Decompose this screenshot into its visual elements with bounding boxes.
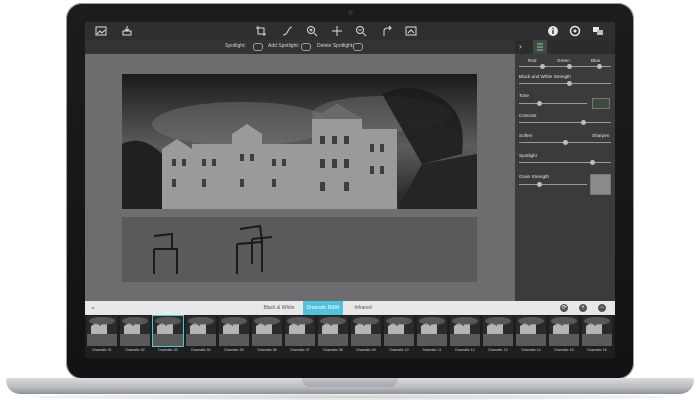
add-spotlight-icon[interactable] bbox=[301, 43, 311, 51]
filmstrip-thumbnail[interactable] bbox=[582, 316, 612, 346]
tone-color-swatch[interactable] bbox=[592, 98, 610, 109]
export-icon[interactable] bbox=[405, 25, 417, 37]
collapse-filmstrip-icon[interactable]: ⌄ bbox=[90, 303, 96, 311]
rgb-slider[interactable] bbox=[519, 64, 611, 69]
tab-infrared[interactable]: Infrared bbox=[343, 301, 383, 315]
filmstrip-thumbnail[interactable] bbox=[152, 315, 184, 347]
webcam bbox=[348, 10, 353, 15]
refresh-icon[interactable]: ⟳ bbox=[560, 304, 568, 312]
filmstrip-thumbnail[interactable] bbox=[186, 316, 216, 346]
spotlight-slider[interactable] bbox=[519, 160, 611, 165]
filmstrip-label: Dramatic 01 bbox=[92, 348, 112, 352]
laptop-notch bbox=[302, 378, 398, 387]
grain-knob[interactable] bbox=[536, 182, 542, 187]
filmstrip-label: Dramatic 16 bbox=[587, 348, 607, 352]
filmstrip-thumbnail[interactable] bbox=[87, 316, 117, 346]
tone-slider[interactable] bbox=[519, 101, 587, 106]
bw-strength-label: Black and White Strength bbox=[519, 74, 571, 79]
filmstrip-label: Dramatic 04 bbox=[191, 348, 211, 352]
filmstrip-label: Dramatic 02 bbox=[125, 348, 145, 352]
contrast-knob[interactable] bbox=[580, 120, 586, 125]
tab-black-white[interactable]: Black & White bbox=[255, 301, 303, 315]
photo-image bbox=[122, 74, 477, 282]
contrast-label: Contrast bbox=[519, 113, 537, 118]
main-toolbar bbox=[85, 22, 615, 40]
collapse-panel-icon[interactable]: › bbox=[519, 42, 522, 51]
add-preset-icon[interactable]: + bbox=[579, 304, 587, 312]
green-label: Green bbox=[557, 58, 570, 63]
soften-sharpen-knob[interactable] bbox=[562, 140, 568, 145]
filmstrip-thumbnail[interactable] bbox=[318, 316, 348, 346]
delete-spotlight-label: Delete Spotlight: bbox=[317, 43, 354, 49]
settings-icon[interactable] bbox=[569, 25, 581, 37]
move-icon[interactable] bbox=[331, 25, 343, 37]
spotlight-label: Spotlight: bbox=[225, 43, 246, 49]
add-spotlight-label: Add Spotlight: bbox=[268, 43, 300, 49]
crop-icon[interactable] bbox=[255, 25, 267, 37]
filmstrip-label: Dramatic 05 bbox=[224, 348, 244, 352]
panel-header: › bbox=[515, 40, 615, 54]
image-icon[interactable] bbox=[95, 25, 107, 37]
filmstrip-thumbnail[interactable] bbox=[450, 316, 480, 346]
filmstrip-thumbnail[interactable] bbox=[549, 316, 579, 346]
spotlight-knob[interactable] bbox=[590, 160, 596, 165]
filmstrip-label: Dramatic 07 bbox=[290, 348, 310, 352]
zoom-out-icon[interactable] bbox=[355, 25, 367, 37]
filmstrip-thumbnail[interactable] bbox=[417, 316, 447, 346]
presets-icon[interactable] bbox=[592, 25, 604, 37]
sharpen-label: Sharpen bbox=[592, 133, 610, 138]
filmstrip: Dramatic 01 Dramatic 02 Dramatic 03 Dramati… bbox=[85, 315, 615, 358]
blue-knob[interactable] bbox=[597, 64, 603, 69]
filmstrip-label: Dramatic 08 bbox=[323, 348, 343, 352]
laptop-shadow bbox=[30, 394, 670, 400]
filmstrip-thumbnail[interactable] bbox=[351, 316, 381, 346]
tab-dramatic-bw[interactable]: Dramatic B&W bbox=[303, 301, 343, 315]
delete-spotlight-icon[interactable] bbox=[353, 43, 363, 51]
bw-strength-knob[interactable] bbox=[567, 81, 573, 86]
preset-tabs-bar: ⌄ Black & White Dramatic B&W Infrared ⟳ … bbox=[85, 301, 615, 315]
redo-icon[interactable] bbox=[381, 25, 393, 37]
filmstrip-thumbnail[interactable] bbox=[219, 316, 249, 346]
app-window: Spotlight: Add Spotlight: Delete Spotlig… bbox=[85, 22, 615, 358]
filmstrip-label: Dramatic 14 bbox=[521, 348, 541, 352]
open-icon[interactable] bbox=[121, 25, 133, 37]
soften-label: Soften bbox=[519, 133, 533, 138]
list-view-icon[interactable] bbox=[533, 40, 547, 54]
spotlight-bar: Spotlight: Add Spotlight: Delete Spotlig… bbox=[85, 40, 515, 54]
soften-sharpen-slider[interactable] bbox=[519, 140, 611, 145]
filmstrip-thumbnail[interactable] bbox=[516, 316, 546, 346]
grain-slider[interactable] bbox=[519, 182, 587, 187]
filmstrip-label: Dramatic 15 bbox=[554, 348, 574, 352]
zoom-in-icon[interactable] bbox=[306, 25, 318, 37]
filmstrip-label: Dramatic 10 bbox=[389, 348, 409, 352]
filmstrip-thumbnail[interactable] bbox=[252, 316, 282, 346]
green-knob[interactable] bbox=[567, 64, 573, 69]
filmstrip-label: Dramatic 11 bbox=[422, 348, 442, 352]
filmstrip-thumbnail[interactable] bbox=[483, 316, 513, 346]
bw-strength-slider[interactable] bbox=[519, 81, 611, 86]
grain-label: Grain Strength bbox=[519, 174, 549, 179]
blue-label: Blue bbox=[591, 58, 601, 63]
red-knob[interactable] bbox=[539, 64, 545, 69]
filmstrip-thumbnail[interactable] bbox=[384, 316, 414, 346]
tone-label: Tone bbox=[519, 93, 529, 98]
curve-icon[interactable] bbox=[281, 25, 293, 37]
spotlight-toggle-icon[interactable] bbox=[253, 43, 263, 51]
grain-preview-swatch[interactable] bbox=[590, 174, 611, 195]
filmstrip-label: Dramatic 06 bbox=[257, 348, 277, 352]
tone-knob[interactable] bbox=[536, 101, 542, 106]
filmstrip-label: Dramatic 03 bbox=[158, 348, 178, 352]
info-icon[interactable] bbox=[547, 25, 559, 37]
filmstrip-label: Dramatic 12 bbox=[455, 348, 475, 352]
filmstrip-thumbnail[interactable] bbox=[285, 316, 315, 346]
adjustments-panel: › Red Green Blue Black and White Strengt… bbox=[515, 40, 615, 301]
spotlight-panel-label: Spotlight bbox=[519, 153, 537, 158]
filmstrip-label: Dramatic 13 bbox=[488, 348, 508, 352]
red-label: Red bbox=[528, 58, 537, 63]
remove-preset-icon[interactable]: − bbox=[598, 304, 606, 312]
filmstrip-thumbnail[interactable] bbox=[120, 316, 150, 346]
filmstrip-label: Dramatic 09 bbox=[356, 348, 376, 352]
contrast-slider[interactable] bbox=[519, 120, 611, 125]
photo-canvas[interactable] bbox=[122, 74, 477, 282]
